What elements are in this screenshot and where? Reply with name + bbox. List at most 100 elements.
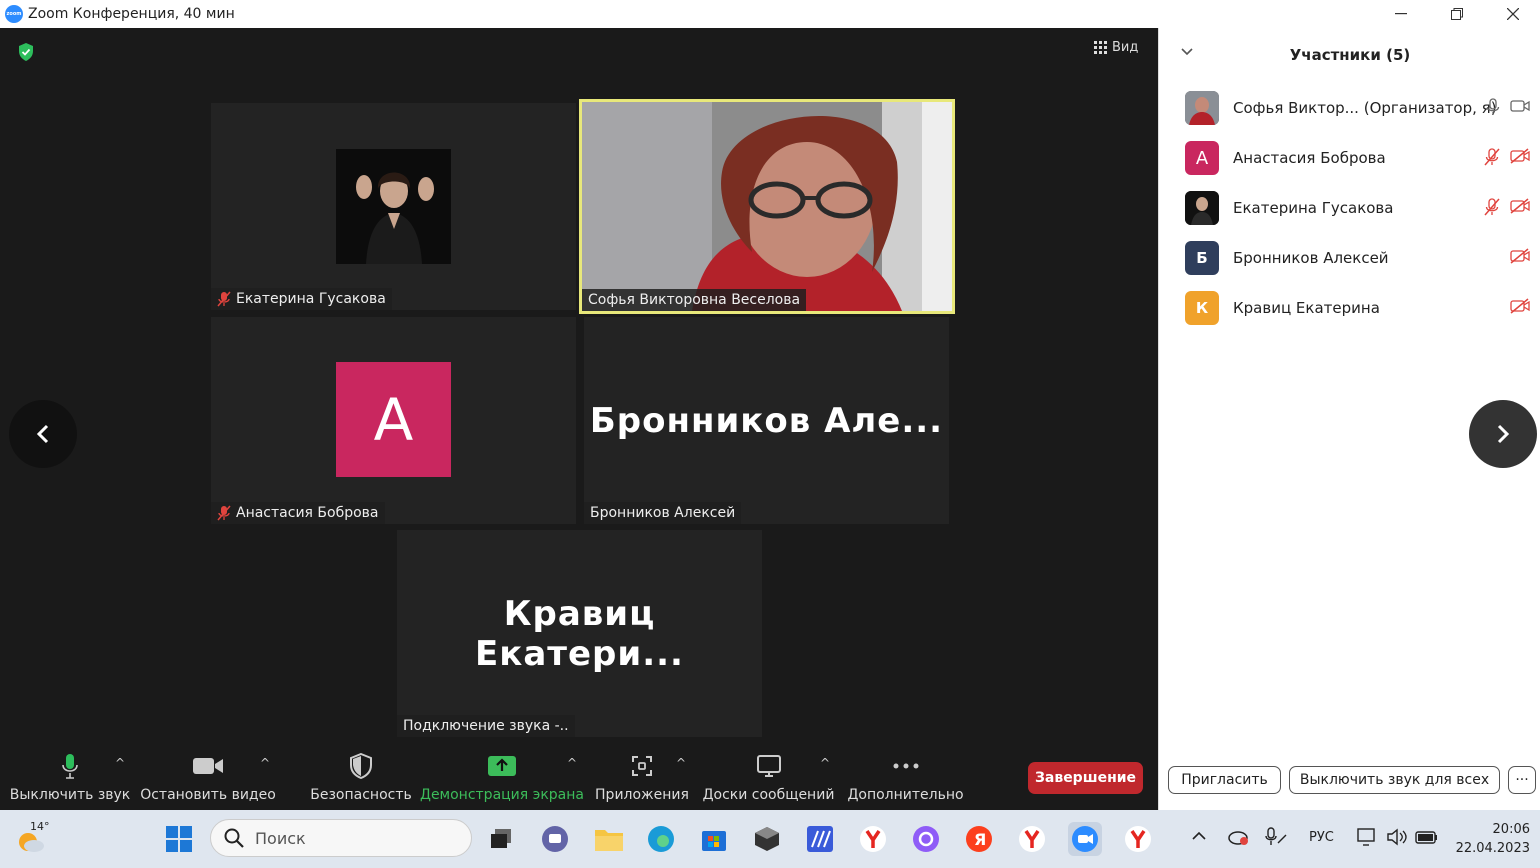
participant-avatar-photo <box>1185 191 1219 225</box>
chevron-right-icon <box>1497 424 1510 444</box>
more-button[interactable]: Дополнительно <box>847 746 964 803</box>
participant-avatar: К <box>1185 291 1219 325</box>
invite-button[interactable]: Пригласить <box>1168 766 1281 794</box>
microphone-icon <box>62 754 78 779</box>
video-camera-icon <box>193 758 223 774</box>
battery-icon[interactable] <box>1415 827 1439 851</box>
participant-row[interactable]: Софья Виктор... (Организатор, я) <box>1185 91 1530 125</box>
onedrive-status-icon[interactable] <box>1228 828 1250 850</box>
zoom-logo-icon: zoom <box>5 5 23 23</box>
apps-icon <box>632 756 652 776</box>
microsoft-store-icon[interactable] <box>699 824 729 854</box>
mute-button[interactable]: Выключить звук <box>10 746 130 803</box>
share-screen-button[interactable]: Демонстрация экрана <box>420 746 584 803</box>
edge-browser-icon[interactable] <box>646 824 676 854</box>
app-m-icon[interactable] <box>805 824 835 854</box>
teams-chat-icon[interactable] <box>540 824 570 854</box>
alice-assistant-icon[interactable] <box>911 824 941 854</box>
muted-mic-icon[interactable] <box>1484 198 1500 216</box>
view-label: Вид <box>1112 40 1139 55</box>
meeting-toolbar: Выключить звук ^ Остановить видео ^ Безо… <box>0 746 1158 810</box>
participant-avatar: Б <box>1185 241 1219 275</box>
yandex-icon[interactable]: Я <box>964 824 994 854</box>
share-options-caret[interactable]: ^ <box>567 756 577 770</box>
tile-name-label: Екатерина Гусакова <box>211 288 392 310</box>
chevron-left-icon <box>36 424 49 444</box>
window-title: Zoom Конференция, 40 мин <box>28 6 235 22</box>
mute-all-button[interactable]: Выключить звук для всех <box>1289 766 1500 794</box>
video-off-icon[interactable] <box>1510 248 1530 264</box>
taskbar-clock[interactable]: 20:06 22.04.2023 <box>1448 820 1530 858</box>
next-page-button-overlay[interactable] <box>1469 400 1537 468</box>
tile-name-label: Бронников Алексей <box>584 502 742 524</box>
tile-name-label: Софья Викторовна Веселова <box>582 289 807 311</box>
title-bar: zoom Zoom Конференция, 40 мин <box>0 0 1540 28</box>
weather-widget[interactable]: 14° <box>14 820 50 854</box>
participant-avatar: А <box>1185 141 1219 175</box>
grid-icon <box>1094 41 1107 54</box>
volume-icon[interactable] <box>1386 827 1408 851</box>
search-icon <box>224 828 244 848</box>
svg-text:Я: Я <box>974 830 986 849</box>
taskbar-search[interactable]: Поиск <box>210 819 472 857</box>
stop-video-button[interactable]: Остановить видео <box>140 746 276 803</box>
participant-row[interactable]: Екатерина Гусакова <box>1185 191 1530 225</box>
big-name-placeholder: Кравиц Екатери... <box>475 593 684 674</box>
view-button[interactable]: Вид <box>1094 40 1138 55</box>
tile-name-label: Анастасия Боброва <box>211 502 385 524</box>
video-tile-kravits[interactable]: Кравиц Екатери... Подключение звука -.. <box>397 530 762 737</box>
microphone-icon[interactable] <box>1486 98 1500 116</box>
share-screen-icon <box>488 756 516 776</box>
muted-mic-icon <box>217 505 231 521</box>
restore-button[interactable] <box>1429 0 1485 28</box>
input-language[interactable]: РУС <box>1309 830 1334 845</box>
muted-mic-icon <box>217 291 231 307</box>
microphone-tray-icon[interactable] <box>1264 827 1288 851</box>
video-tile-ekaterina[interactable]: Екатерина Гусакова <box>211 103 576 310</box>
audio-options-caret[interactable]: ^ <box>115 756 125 770</box>
participant-row[interactable]: К Кравиц Екатерина <box>1185 291 1530 325</box>
participant-photo <box>336 149 451 264</box>
app-cube-icon[interactable] <box>752 824 782 854</box>
end-meeting-button[interactable]: Завершение <box>1028 762 1143 794</box>
tile-name-label: Подключение звука -.. <box>397 715 575 737</box>
file-explorer-icon[interactable] <box>594 824 624 854</box>
video-off-icon[interactable] <box>1510 148 1530 164</box>
zoom-app-icon[interactable] <box>1068 822 1102 856</box>
task-view-icon[interactable] <box>486 824 516 854</box>
show-hidden-icons-chevron-icon[interactable] <box>1192 829 1206 844</box>
yandex-browser-icon[interactable] <box>858 824 888 854</box>
windows-taskbar: 14° Поиск Я РУС 20:06 22.04.2023 <box>0 810 1540 868</box>
start-button[interactable] <box>164 824 194 854</box>
participant-video <box>582 102 952 311</box>
more-dots-icon <box>893 763 918 769</box>
security-shield-icon <box>350 753 372 779</box>
network-icon[interactable] <box>1357 827 1379 851</box>
video-tile-bronnikov[interactable]: Бронников Але... Бронников Алексей <box>584 317 949 524</box>
minimize-button[interactable] <box>1373 0 1429 28</box>
muted-mic-icon[interactable] <box>1484 148 1500 166</box>
security-button[interactable]: Безопасность <box>310 746 412 803</box>
video-off-icon[interactable] <box>1510 298 1530 314</box>
previous-page-button[interactable] <box>9 400 77 468</box>
video-options-caret[interactable]: ^ <box>260 756 270 770</box>
close-button[interactable] <box>1485 0 1540 28</box>
participant-row[interactable]: А Анастасия Боброва <box>1185 141 1530 175</box>
apps-options-caret[interactable]: ^ <box>676 756 686 770</box>
whiteboards-button[interactable]: Доски сообщений <box>703 746 834 803</box>
windows-logo-icon <box>166 826 192 852</box>
video-off-icon[interactable] <box>1510 198 1530 214</box>
participant-row[interactable]: Б Бронников Алексей <box>1185 241 1530 275</box>
apps-button[interactable]: Приложения <box>595 746 689 803</box>
more-options-button[interactable]: ··· <box>1508 766 1536 794</box>
video-camera-icon[interactable] <box>1510 98 1530 114</box>
encryption-shield-icon[interactable] <box>16 42 36 62</box>
video-tile-sofya-active-speaker[interactable]: Софья Викторовна Веселова <box>579 99 955 314</box>
meeting-area: Вид Екатерина Гусакова Софья Викторовна … <box>0 28 1158 810</box>
yandex-browser-icon-2[interactable] <box>1017 824 1047 854</box>
yandex-browser-icon-3[interactable] <box>1123 824 1153 854</box>
whiteboard-icon <box>756 755 781 777</box>
video-tile-anastasia[interactable]: А Анастасия Боброва <box>211 317 576 524</box>
whiteboards-options-caret[interactable]: ^ <box>820 756 830 770</box>
avatar: А <box>336 362 451 477</box>
